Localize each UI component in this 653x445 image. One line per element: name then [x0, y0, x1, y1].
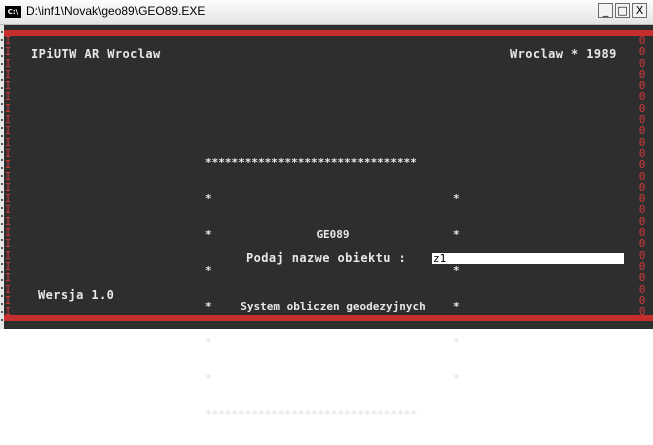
banner-row: * * — [205, 264, 460, 277]
banner-box: ******************************** * * * GE0… — [205, 133, 465, 445]
left-border-column: I I I I I I I I I I I I I I I I I I I I … — [4, 34, 12, 319]
window-title: D:\inf1\Novak\geo89\GEO89.EXE — [26, 4, 206, 18]
banner-top-border: ******************************** — [205, 157, 417, 169]
console-screen[interactable]: I I I I I I I I I I I I I I I I I I I I … — [4, 25, 653, 421]
console-app-icon[interactable]: C:\ — [5, 6, 21, 18]
banner-row: * GE089 * — [205, 229, 460, 241]
version-label: Wersja 1.0 — [38, 288, 115, 302]
app-subtitle: System obliczen geodezyjnych — [240, 301, 426, 313]
window-controls: _ □ X — [598, 3, 647, 18]
banner-row: * * — [205, 192, 460, 205]
minimize-button[interactable]: _ — [598, 3, 613, 18]
app-name: GE089 — [316, 229, 350, 241]
right-border-column: 0 0 0 0 0 0 0 0 0 0 0 0 0 0 0 0 0 0 0 0 … — [638, 34, 646, 319]
banner-bottom-border: ******************************** — [205, 409, 417, 421]
banner-row: * * — [205, 372, 460, 385]
banner-row: * System obliczen geodezyjnych * — [205, 301, 460, 313]
top-border-bar — [4, 30, 653, 36]
banner-row: * * — [205, 336, 460, 349]
object-name-input[interactable] — [432, 253, 624, 264]
maximize-button[interactable]: □ — [615, 3, 630, 18]
window-title-bar[interactable]: C:\ D:\inf1\Novak\geo89\GEO89.EXE _ □ X — [0, 0, 653, 25]
institution-header: IPiUTW AR Wroclaw — [31, 47, 161, 61]
object-name-prompt: Podaj nazwe obiektu : — [246, 251, 407, 265]
close-button[interactable]: X — [632, 3, 647, 18]
location-year-header: Wroclaw * 1989 — [510, 47, 617, 61]
